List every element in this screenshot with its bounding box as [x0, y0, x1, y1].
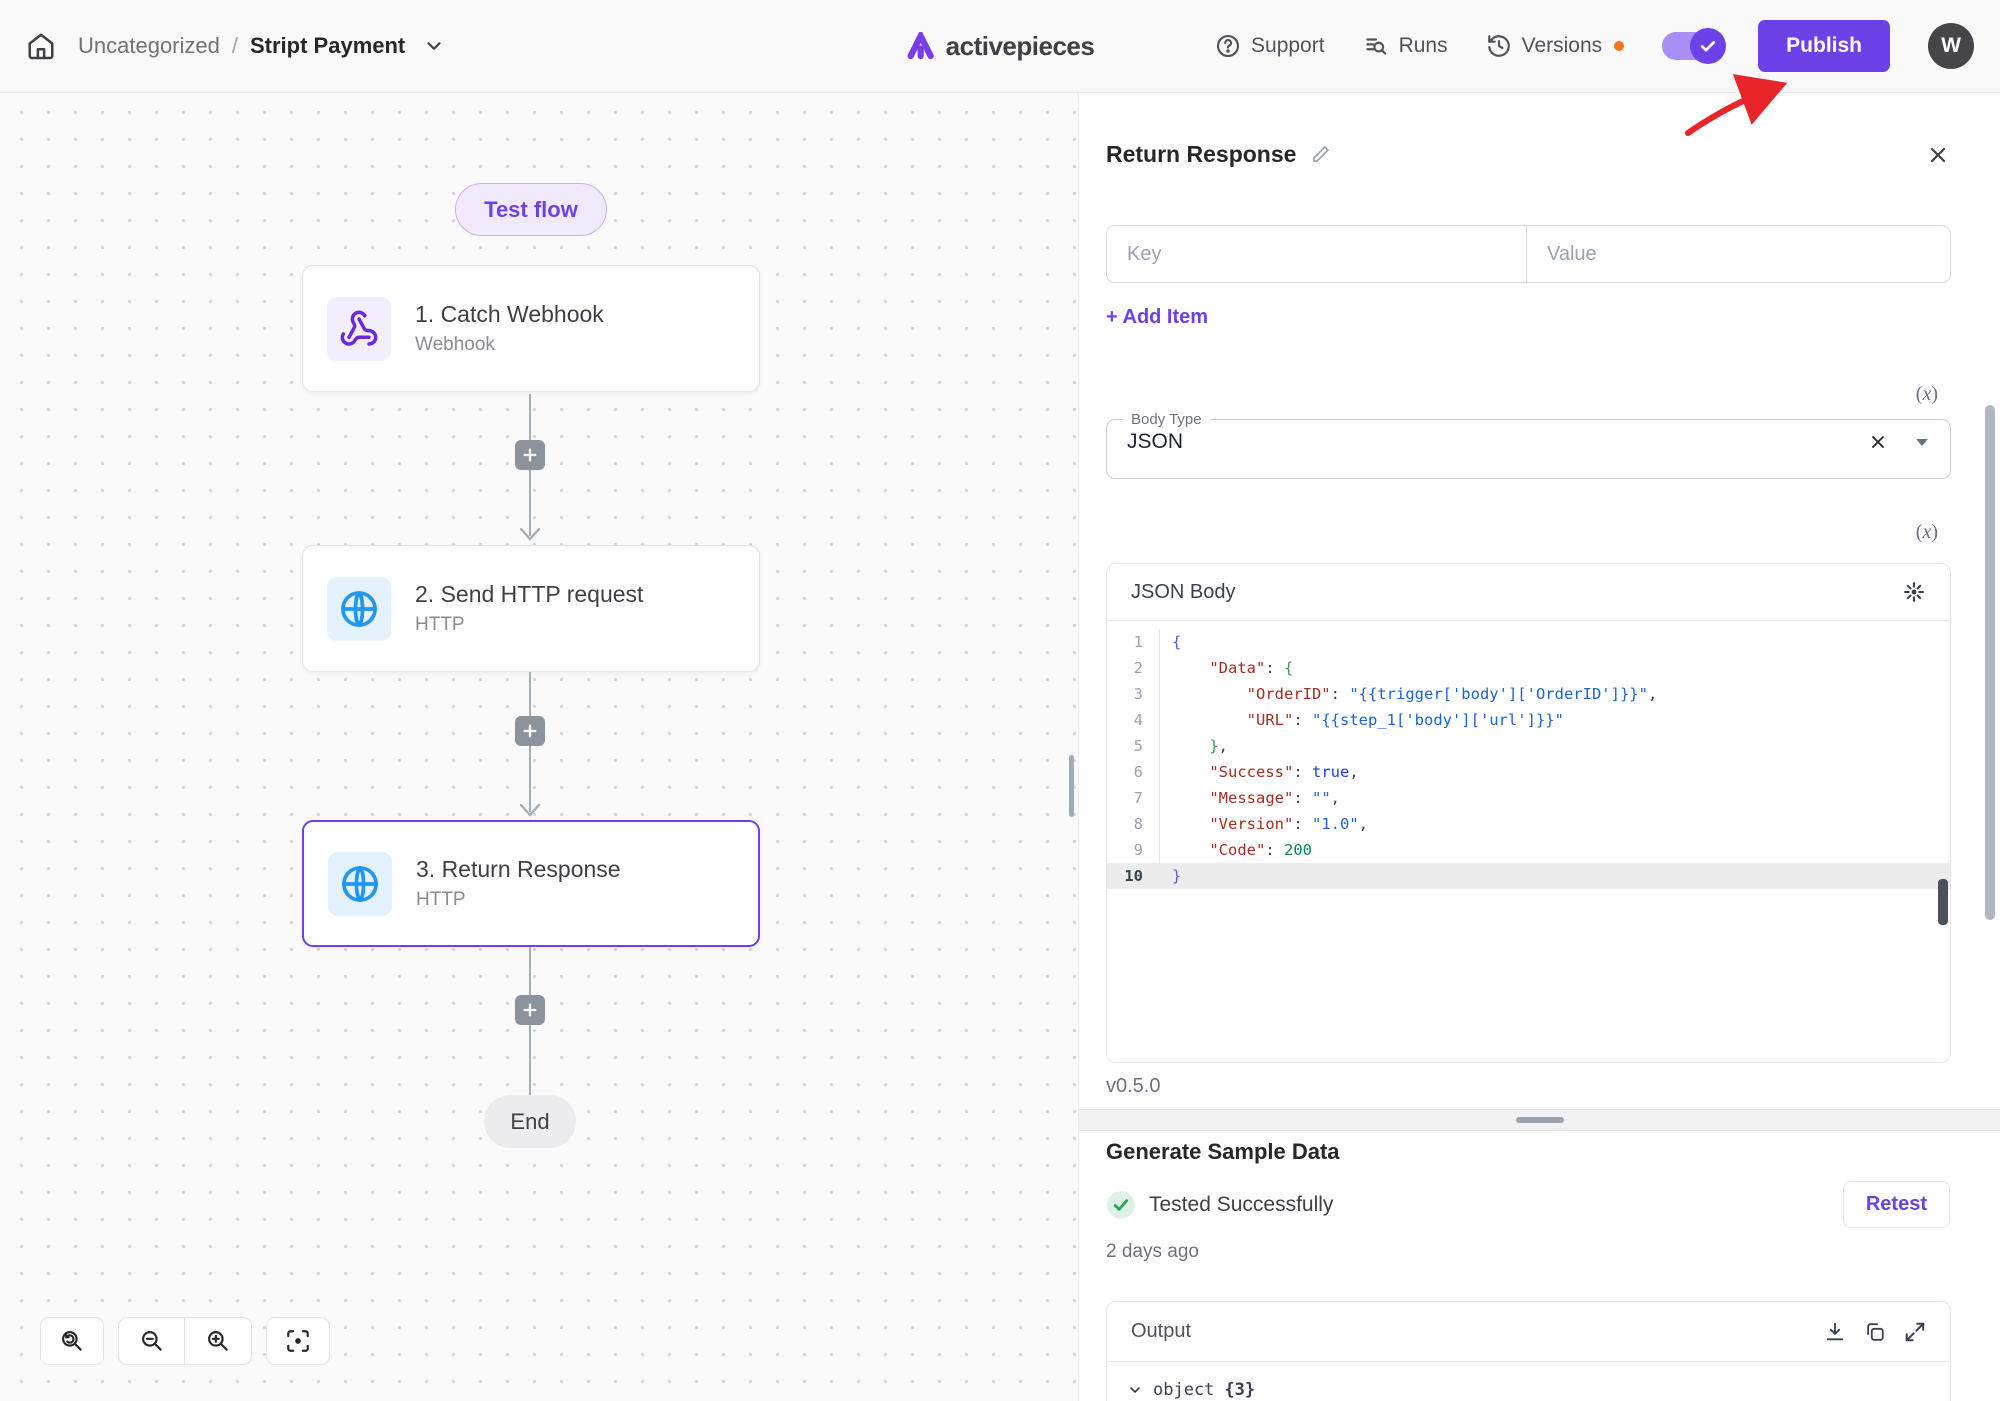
json-body-editor: JSON Body 1{2 "Data": {3 "OrderID": "{{t… — [1106, 563, 1951, 1063]
dynamic-value-toggle-icon[interactable]: (x) — [1916, 383, 1938, 406]
test-status-text: Tested Successfully — [1149, 1193, 1333, 1217]
code-line[interactable]: 4 "URL": "{{step_1['body']['url']}}" — [1107, 707, 1950, 733]
zoom-in-button[interactable] — [185, 1317, 251, 1365]
versions-button[interactable]: Versions — [1486, 33, 1625, 59]
versions-label: Versions — [1522, 34, 1603, 58]
connector-arrowhead — [519, 803, 541, 817]
step-title: 1. Catch Webhook — [415, 301, 604, 328]
check-icon — [1698, 36, 1718, 56]
generate-sample-data-heading: Generate Sample Data — [1106, 1139, 1340, 1165]
resize-grip[interactable] — [1516, 1117, 1564, 1123]
versions-history-icon — [1486, 33, 1512, 59]
dropdown-caret-icon[interactable] — [1914, 436, 1930, 448]
activepieces-logo-icon — [906, 32, 936, 60]
breadcrumb: Uncategorized / Stript Payment — [78, 33, 445, 59]
panel-resize-handle[interactable] — [1069, 755, 1074, 817]
body-type-field[interactable]: Body Type JSON — [1106, 411, 1951, 479]
step-subtitle: Webhook — [415, 334, 604, 356]
logo-wordmark: activepieces — [946, 31, 1095, 62]
support-label: Support — [1251, 34, 1325, 58]
output-label: Output — [1131, 1320, 1191, 1343]
code-line[interactable]: 9 "Code": 200 — [1107, 837, 1950, 863]
response-headers-row — [1106, 225, 1951, 283]
end-node: End — [484, 1095, 576, 1148]
app-logo: activepieces — [906, 31, 1095, 62]
code-line[interactable]: 2 "Data": { — [1107, 655, 1950, 681]
download-icon[interactable] — [1824, 1321, 1846, 1343]
step-settings-panel: Return Response + Add Item (x) Body Type… — [1078, 93, 2000, 1401]
flow-canvas[interactable]: Test flow 1. Catch Webhook Webhook 2. Se… — [0, 93, 1078, 1401]
step-card-return-response[interactable]: 3. Return Response HTTP — [302, 820, 760, 947]
code-line[interactable]: 6 "Success": true, — [1107, 759, 1950, 785]
zoom-out-button[interactable] — [119, 1317, 185, 1365]
body-type-label: Body Type — [1123, 411, 1210, 428]
expand-icon[interactable] — [1904, 1321, 1926, 1343]
last-tested-time: 2 days ago — [1106, 1241, 1199, 1263]
code-line[interactable]: 8 "Version": "1.0", — [1107, 811, 1950, 837]
breadcrumb-separator: / — [232, 33, 238, 59]
fit-to-view-button[interactable] — [266, 1317, 330, 1365]
copy-icon[interactable] — [1864, 1321, 1886, 1343]
code-line[interactable]: 7 "Message": "", — [1107, 785, 1950, 811]
versions-alert-dot — [1614, 41, 1624, 51]
question-circle-icon — [1215, 33, 1241, 59]
panel-scrollbar-thumb[interactable] — [1985, 405, 1995, 920]
publish-button[interactable]: Publish — [1758, 20, 1890, 72]
step-subtitle: HTTP — [416, 889, 621, 911]
top-bar: Uncategorized / Stript Payment activepie… — [0, 0, 2000, 93]
runs-button[interactable]: Runs — [1363, 33, 1448, 59]
output-card: Output object {3} — [1106, 1301, 1951, 1401]
code-line[interactable]: 3 "OrderID": "{{trigger['body']['OrderID… — [1107, 681, 1950, 707]
step-card-send-http[interactable]: 2. Send HTTP request HTTP — [302, 545, 760, 672]
code-line[interactable]: 1{ — [1107, 629, 1950, 655]
edit-pencil-icon[interactable] — [1310, 144, 1331, 165]
code-editor-body[interactable]: 1{2 "Data": {3 "OrderID": "{{trigger['bo… — [1107, 621, 1950, 1062]
section-resize-divider[interactable] — [1079, 1109, 2000, 1131]
breadcrumb-category[interactable]: Uncategorized — [78, 33, 220, 59]
success-check-icon — [1106, 1190, 1136, 1220]
editor-scrollbar-thumb[interactable] — [1938, 879, 1948, 925]
step-card-catch-webhook[interactable]: 1. Catch Webhook Webhook — [302, 265, 760, 392]
flow-name[interactable]: Stript Payment — [250, 33, 405, 59]
runs-list-search-icon — [1363, 33, 1389, 59]
code-line[interactable]: 10} — [1107, 863, 1950, 889]
globe-icon — [328, 852, 392, 916]
output-tree-root[interactable]: object {3} — [1107, 1362, 1950, 1400]
json-body-label: JSON Body — [1131, 581, 1235, 604]
close-panel-icon[interactable] — [1926, 143, 1950, 167]
step-title: 2. Send HTTP request — [415, 581, 643, 608]
home-icon[interactable] — [26, 31, 56, 61]
test-flow-button[interactable]: Test flow — [455, 183, 607, 236]
connector-arrowhead — [519, 527, 541, 541]
tree-collapse-chevron-icon[interactable] — [1127, 1382, 1143, 1398]
code-line[interactable]: 5 }, — [1107, 733, 1950, 759]
clear-selection-icon[interactable] — [1868, 432, 1888, 452]
key-input[interactable] — [1107, 226, 1527, 282]
ai-sparkle-icon[interactable] — [1902, 580, 1926, 604]
body-type-value: JSON — [1127, 430, 1868, 454]
globe-icon — [327, 577, 391, 641]
zoom-reset-button[interactable] — [40, 1317, 104, 1365]
flow-enabled-toggle[interactable] — [1662, 32, 1720, 60]
runs-label: Runs — [1399, 34, 1448, 58]
chevron-down-icon[interactable] — [423, 35, 445, 57]
tree-node-count: {3} — [1224, 1380, 1255, 1400]
step-subtitle: HTTP — [415, 614, 643, 636]
add-step-button[interactable] — [515, 716, 545, 746]
avatar[interactable]: W — [1928, 23, 1974, 69]
add-item-button[interactable]: + Add Item — [1106, 306, 1208, 329]
step-title: 3. Return Response — [416, 856, 621, 883]
add-step-button[interactable] — [515, 440, 545, 470]
support-button[interactable]: Support — [1215, 33, 1325, 59]
piece-version: v0.5.0 — [1106, 1075, 1160, 1098]
value-input[interactable] — [1527, 226, 1950, 282]
dynamic-value-toggle-icon[interactable]: (x) — [1916, 521, 1938, 544]
panel-title: Return Response — [1106, 141, 1296, 168]
add-step-button[interactable] — [515, 995, 545, 1025]
retest-button[interactable]: Retest — [1843, 1181, 1950, 1228]
webhook-icon — [327, 297, 391, 361]
tree-node-type: object — [1153, 1380, 1214, 1400]
canvas-zoom-controls — [40, 1317, 330, 1365]
